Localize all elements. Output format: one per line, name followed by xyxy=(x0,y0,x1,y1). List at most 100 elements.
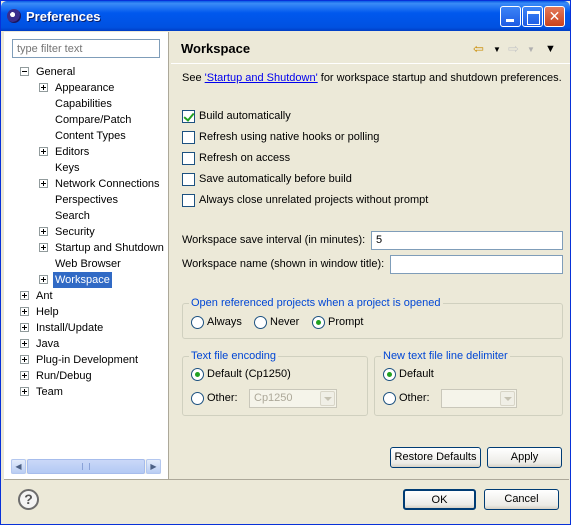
open-ref-radio[interactable] xyxy=(254,316,267,329)
text-encoding-title: Text file encoding xyxy=(189,350,278,362)
tree-item-label: Team xyxy=(36,386,63,398)
tree-item[interactable]: Startup and Shutdown xyxy=(4,240,166,256)
tree-item-label: Ant xyxy=(36,290,53,302)
scroll-left-icon[interactable]: ◀ xyxy=(11,459,26,474)
encoding-other-radio[interactable] xyxy=(191,392,204,405)
scroll-thumb[interactable] xyxy=(27,459,145,474)
title-bar[interactable]: Preferences ✕ xyxy=(1,1,570,31)
checkbox[interactable] xyxy=(182,173,195,186)
checkbox[interactable] xyxy=(182,152,195,165)
delimiter-default-radio[interactable] xyxy=(383,368,396,381)
tree-item[interactable]: Help xyxy=(4,304,166,320)
line-delimiter-title: New text file line delimiter xyxy=(381,350,510,362)
tree-horizontal-scrollbar[interactable]: ◀ ▶ xyxy=(11,459,161,474)
save-interval-input[interactable]: 5 xyxy=(371,231,563,250)
tree-item[interactable]: Install/Update xyxy=(4,320,166,336)
desc-suffix: for workspace startup and shutdown prefe… xyxy=(317,72,562,84)
checkbox-label[interactable]: Refresh using native hooks or polling xyxy=(199,131,379,143)
workspace-name-label: Workspace name (shown in window title): xyxy=(182,258,385,270)
encoding-default-label: Default (Cp1250) xyxy=(207,368,291,380)
tree-item[interactable]: Search xyxy=(4,208,166,224)
checkbox-label[interactable]: Save automatically before build xyxy=(199,173,352,185)
tree-item[interactable]: Network Connections xyxy=(4,176,166,192)
encoding-default-radio[interactable] xyxy=(191,368,204,381)
expand-icon[interactable] xyxy=(39,83,48,92)
help-icon[interactable]: ? xyxy=(18,489,39,510)
restore-defaults-button[interactable]: Restore Defaults xyxy=(390,447,481,468)
expand-icon[interactable] xyxy=(20,323,29,332)
expand-icon[interactable] xyxy=(39,147,48,156)
tree-item[interactable]: Team xyxy=(4,384,166,400)
tree-item[interactable]: Capabilities xyxy=(4,96,166,112)
forward-history-dropdown-icon[interactable]: ▼ xyxy=(527,45,535,54)
forward-arrow-icon[interactable]: ⇨ xyxy=(508,41,519,57)
expand-icon[interactable] xyxy=(20,291,29,300)
expand-icon[interactable] xyxy=(20,387,29,396)
collapse-icon[interactable] xyxy=(20,67,29,76)
tree-item[interactable]: Content Types xyxy=(4,128,166,144)
scroll-right-icon[interactable]: ▶ xyxy=(146,459,161,474)
tree-item[interactable]: Java xyxy=(4,336,166,352)
tree-item[interactable]: Appearance xyxy=(4,80,166,96)
tree-item[interactable]: Keys xyxy=(4,160,166,176)
expand-icon[interactable] xyxy=(39,179,48,188)
checkbox-label[interactable]: Refresh on access xyxy=(199,152,290,164)
tree-item[interactable]: Editors xyxy=(4,144,166,160)
delimiter-other-radio[interactable] xyxy=(383,392,396,405)
tree-item[interactable]: Web Browser xyxy=(4,256,166,272)
maximize-button[interactable] xyxy=(522,6,543,27)
page-title: Workspace xyxy=(181,41,251,56)
expand-icon[interactable] xyxy=(39,243,48,252)
chevron-down-icon[interactable] xyxy=(320,391,335,406)
tree-item-label: Content Types xyxy=(55,130,126,142)
tree-item[interactable]: Compare/Patch xyxy=(4,112,166,128)
tree-item-label: Help xyxy=(36,306,59,318)
back-history-dropdown-icon[interactable]: ▼ xyxy=(493,45,501,54)
encoding-combo[interactable]: Cp1250 xyxy=(249,389,337,408)
expand-icon[interactable] xyxy=(39,227,48,236)
close-button[interactable]: ✕ xyxy=(544,6,565,27)
preference-tree[interactable]: General Appearance Capabilities Compare/Pat… xyxy=(4,64,166,456)
checkbox[interactable] xyxy=(182,131,195,144)
minimize-button[interactable] xyxy=(500,6,521,27)
view-menu-icon[interactable]: ▼ xyxy=(545,43,556,55)
checkbox[interactable] xyxy=(182,110,195,123)
expand-icon[interactable] xyxy=(20,371,29,380)
cancel-button[interactable]: Cancel xyxy=(484,489,559,510)
title-separator xyxy=(171,63,570,64)
workspace-name-input[interactable] xyxy=(390,255,563,274)
startup-shutdown-link[interactable]: 'Startup and Shutdown' xyxy=(205,72,318,84)
checkbox[interactable] xyxy=(182,194,195,207)
tree-item[interactable]: General xyxy=(4,64,166,80)
expand-icon[interactable] xyxy=(39,275,48,284)
expand-icon[interactable] xyxy=(20,355,29,364)
tree-item[interactable]: Security xyxy=(4,224,166,240)
preferences-window: Preferences ✕ General Appearance Capabilit… xyxy=(0,0,571,525)
page-description: See 'Startup and Shutdown' for workspace… xyxy=(182,72,562,84)
tree-item[interactable]: Ant xyxy=(4,288,166,304)
tree-item[interactable]: Workspace xyxy=(4,272,166,288)
delimiter-combo[interactable] xyxy=(441,389,517,408)
ok-button[interactable]: OK xyxy=(403,489,476,510)
open-ref-radio-label[interactable]: Prompt xyxy=(328,316,363,328)
chevron-down-icon[interactable] xyxy=(500,391,515,406)
open-ref-radio-label[interactable]: Always xyxy=(207,316,242,328)
open-ref-radio[interactable] xyxy=(191,316,204,329)
expand-icon[interactable] xyxy=(20,339,29,348)
tree-item[interactable]: Run/Debug xyxy=(4,368,166,384)
filter-input[interactable] xyxy=(12,39,160,58)
tree-item[interactable]: Plug-in Development xyxy=(4,352,166,368)
open-ref-radio-label[interactable]: Never xyxy=(270,316,299,328)
desc-prefix: See xyxy=(182,72,205,84)
tree-item[interactable]: Perspectives xyxy=(4,192,166,208)
open-referenced-title: Open referenced projects when a project … xyxy=(189,297,443,309)
back-arrow-icon[interactable]: ⇦ xyxy=(473,41,484,57)
open-ref-radio[interactable] xyxy=(312,316,325,329)
tree-item-label: General xyxy=(36,66,76,78)
checkbox-label[interactable]: Always close unrelated projects without … xyxy=(199,194,428,206)
save-interval-label: Workspace save interval (in minutes): xyxy=(182,234,366,246)
apply-button[interactable]: Apply xyxy=(487,447,562,468)
checkbox-label[interactable]: Build automatically xyxy=(199,110,291,122)
footer-separator xyxy=(4,479,569,480)
expand-icon[interactable] xyxy=(20,307,29,316)
